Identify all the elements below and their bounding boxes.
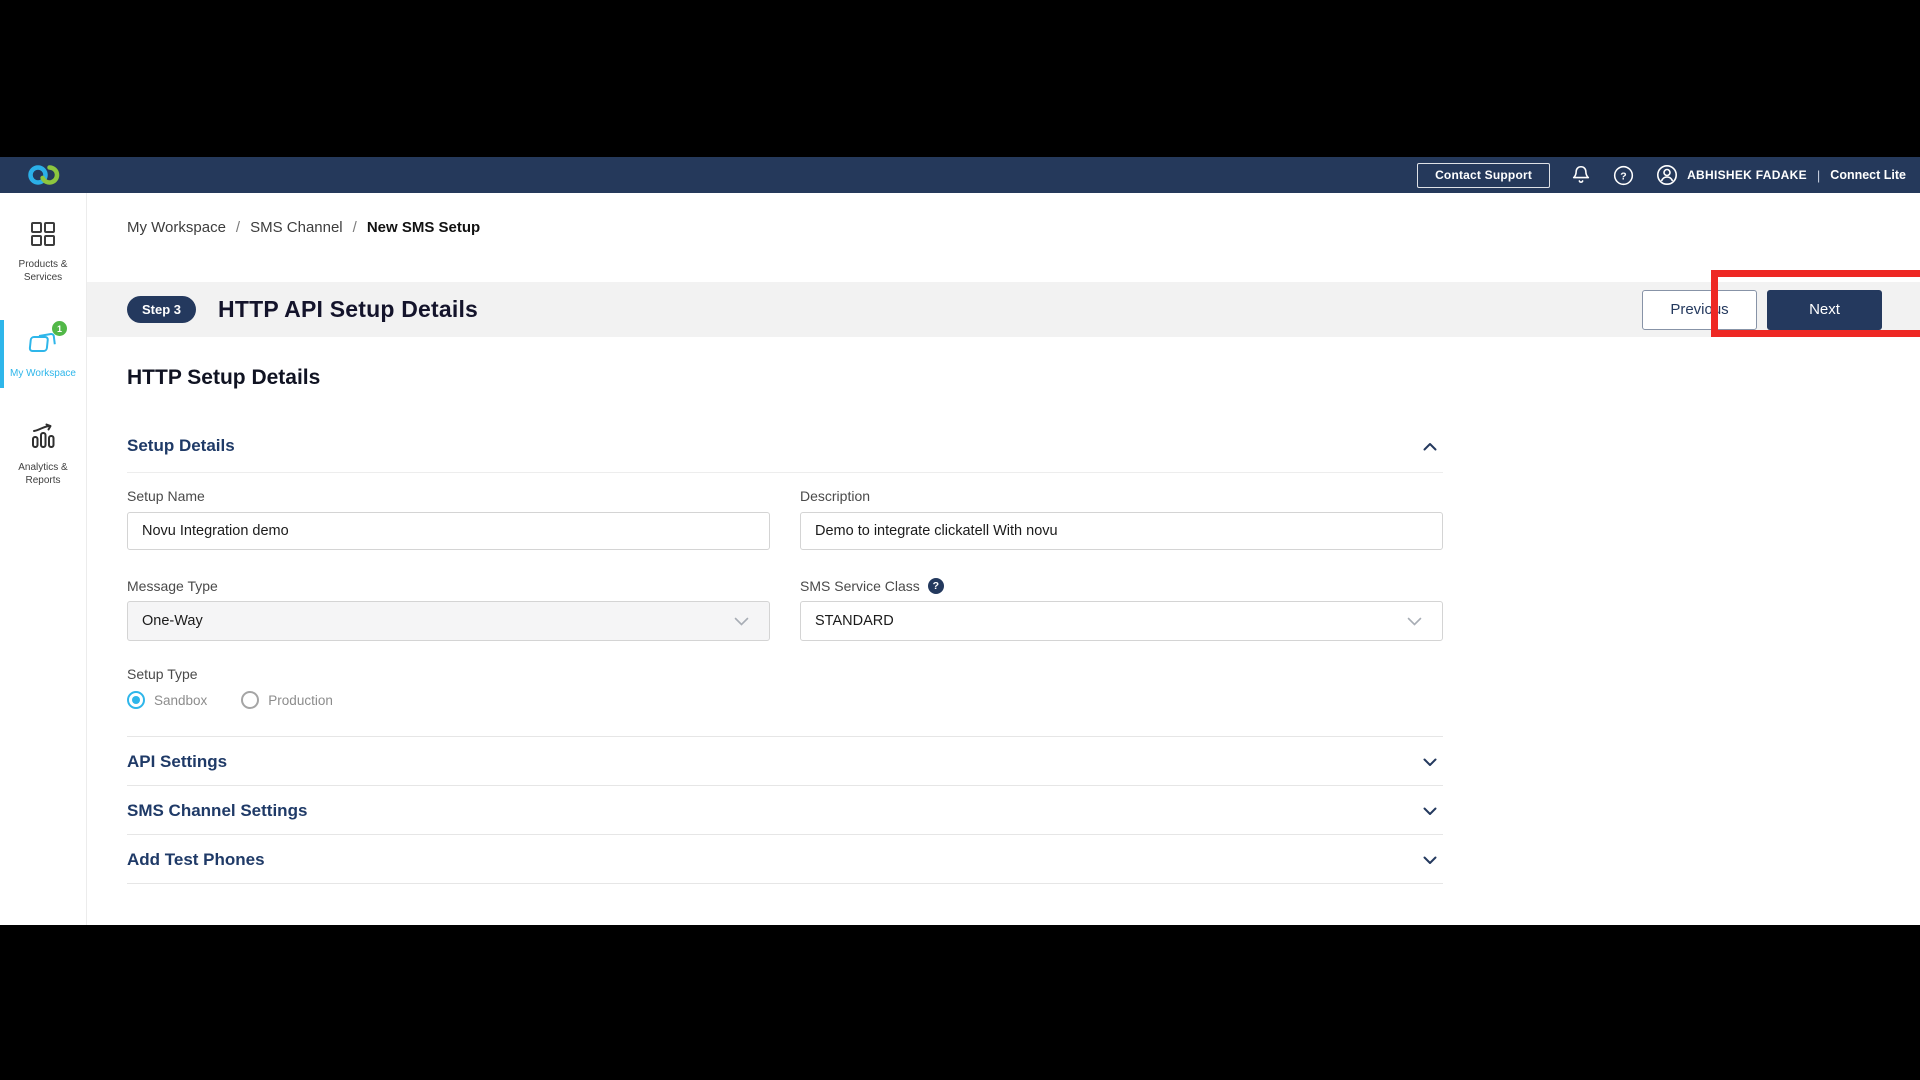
setup-name-input[interactable] — [127, 512, 770, 550]
top-navbar: Contact Support ? — [0, 157, 1920, 193]
chevron-down-icon — [1423, 807, 1443, 816]
breadcrumb-my-workspace[interactable]: My Workspace — [127, 219, 226, 236]
workspace-folder-icon: 1 — [28, 328, 58, 361]
app-window: Contact Support ? — [0, 157, 1920, 925]
breadcrumb-separator: / — [236, 219, 240, 236]
sms-service-class-select[interactable]: STANDARD — [800, 601, 1443, 641]
chevron-down-icon — [734, 617, 755, 626]
radio-unselected-icon — [241, 691, 259, 709]
setup-name-label: Setup Name — [127, 488, 770, 504]
bar-chart-icon — [29, 422, 57, 455]
collapsed-sections: API Settings SMS Channel Settings Add Te… — [127, 736, 1443, 884]
radio-sandbox[interactable]: Sandbox — [127, 691, 207, 709]
next-button[interactable]: Next — [1767, 290, 1882, 330]
clickatell-logo-icon[interactable] — [26, 163, 62, 187]
breadcrumb-sms-channel[interactable]: SMS Channel — [250, 219, 343, 236]
svg-text:?: ? — [1620, 170, 1626, 182]
product-name: Connect Lite — [1830, 168, 1906, 182]
breadcrumb-current-page: New SMS Setup — [367, 219, 480, 236]
message-type-select[interactable]: One-Way — [127, 601, 770, 641]
sidebar-label: My Workspace — [4, 367, 82, 380]
setup-type-radio-group: Sandbox Production — [127, 691, 1443, 709]
breadcrumb: My Workspace / SMS Channel / New SMS Set… — [127, 219, 480, 236]
section-title: API Settings — [127, 752, 227, 772]
help-icon[interactable]: ? — [1612, 164, 1635, 187]
setup-form: HTTP Setup Details Setup Details Setup N… — [127, 337, 1443, 884]
sidebar-item-my-workspace[interactable]: 1 My Workspace — [0, 328, 86, 380]
chevron-down-icon — [1407, 617, 1428, 626]
user-name: ABHISHEK FADAKE — [1687, 168, 1807, 182]
section-title: SMS Channel Settings — [127, 801, 307, 821]
contact-support-button[interactable]: Contact Support — [1417, 163, 1550, 188]
message-type-value: One-Way — [142, 613, 203, 629]
section-sms-channel-settings[interactable]: SMS Channel Settings — [127, 786, 1443, 835]
section-api-settings[interactable]: API Settings — [127, 737, 1443, 786]
step-header-band: Step 3 HTTP API Setup Details Previous N… — [87, 282, 1920, 337]
user-menu[interactable]: ABHISHEK FADAKE | Connect Lite — [1655, 163, 1906, 187]
description-label: Description — [800, 488, 1443, 504]
section-setup-details[interactable]: Setup Details — [127, 436, 1443, 473]
sidebar-label: Products & Services — [4, 258, 82, 284]
description-input[interactable] — [800, 512, 1443, 550]
sidebar-item-products-services[interactable]: Products & Services — [0, 221, 86, 284]
account-avatar-icon — [1655, 163, 1679, 187]
chevron-down-icon — [1423, 856, 1443, 865]
notifications-bell-icon[interactable] — [1570, 164, 1592, 186]
workspace-count-badge: 1 — [52, 321, 67, 336]
radio-selected-icon — [127, 691, 145, 709]
grid-icon — [30, 221, 56, 252]
left-sidebar: Products & Services 1 My Workspace — [0, 193, 87, 925]
message-type-label: Message Type — [127, 578, 770, 594]
section-add-test-phones[interactable]: Add Test Phones — [127, 835, 1443, 884]
service-class-help-icon[interactable]: ? — [928, 578, 944, 594]
previous-button[interactable]: Previous — [1642, 290, 1757, 330]
radio-production[interactable]: Production — [241, 691, 333, 709]
section-title: Setup Details — [127, 436, 235, 456]
main-content: My Workspace / SMS Channel / New SMS Set… — [87, 193, 1920, 925]
chevron-down-icon — [1423, 758, 1443, 767]
chevron-up-icon — [1423, 442, 1443, 451]
sms-service-class-value: STANDARD — [815, 613, 894, 629]
step-badge: Step 3 — [127, 296, 196, 323]
section-title: Add Test Phones — [127, 850, 265, 870]
page-title: HTTP API Setup Details — [218, 296, 478, 323]
sidebar-item-analytics-reports[interactable]: Analytics & Reports — [0, 422, 86, 487]
navbar-divider: | — [1817, 168, 1820, 183]
breadcrumb-separator: / — [353, 219, 357, 236]
setup-type-label: Setup Type — [127, 666, 1443, 682]
sidebar-label: Analytics & Reports — [4, 461, 82, 487]
sms-service-class-label: SMS Service Class ? — [800, 578, 1443, 594]
form-title: HTTP Setup Details — [127, 366, 1443, 390]
